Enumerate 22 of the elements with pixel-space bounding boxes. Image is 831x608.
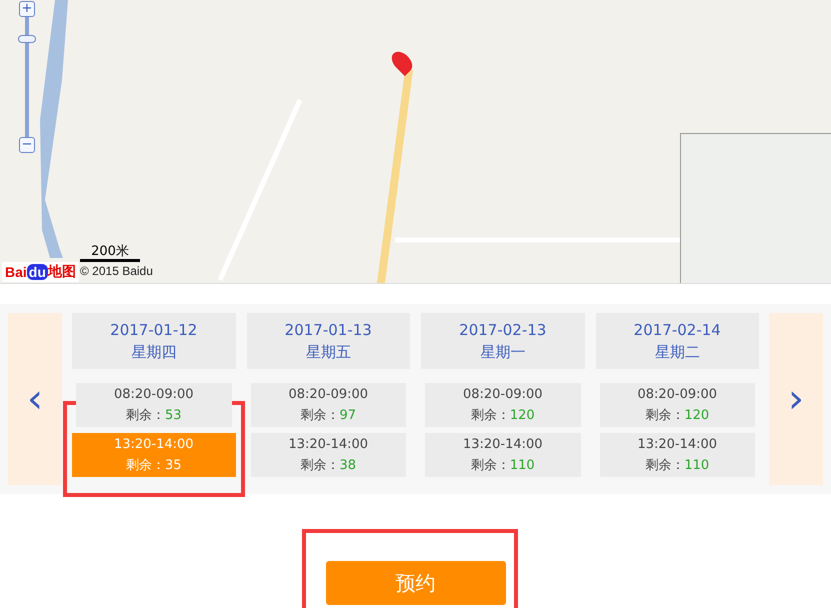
map-scale: 200米 [80, 245, 140, 262]
time-slot[interactable]: 13:20-14:00 剩余：38 [250, 433, 406, 477]
date-text: 2017-02-13 [459, 320, 546, 341]
zoom-in-button[interactable]: + [19, 1, 35, 17]
time-slot[interactable]: 08:20-09:00 剩余：120 [600, 383, 755, 427]
weekday-text: 星期一 [480, 342, 526, 363]
copyright-text: © 2015 Baidu [80, 264, 153, 278]
zoom-out-button[interactable]: − [19, 137, 35, 153]
date-text: 2017-01-13 [284, 320, 372, 341]
weekday-text: 星期五 [306, 342, 351, 363]
time-slot[interactable]: 08:20-09:00 剩余：97 [250, 383, 406, 427]
next-button[interactable]: › [769, 313, 823, 485]
weekday-text: 星期二 [654, 342, 700, 363]
weekday-text: 星期四 [131, 342, 176, 363]
time-slot[interactable]: 13:20-14:00 剩余：110 [425, 433, 580, 477]
date-text: 2017-01-12 [110, 320, 198, 341]
time-slot[interactable]: 08:20-09:00 剩余：53 [76, 383, 232, 427]
date-text: 2017-02-14 [634, 320, 721, 341]
time-slot[interactable]: 08:20-09:00 剩余：120 [425, 383, 580, 427]
time-slot[interactable]: 13:20-14:00 剩余：110 [600, 433, 755, 477]
previous-button[interactable]: ‹ [8, 313, 62, 485]
zoom-thumb[interactable] [18, 35, 36, 43]
